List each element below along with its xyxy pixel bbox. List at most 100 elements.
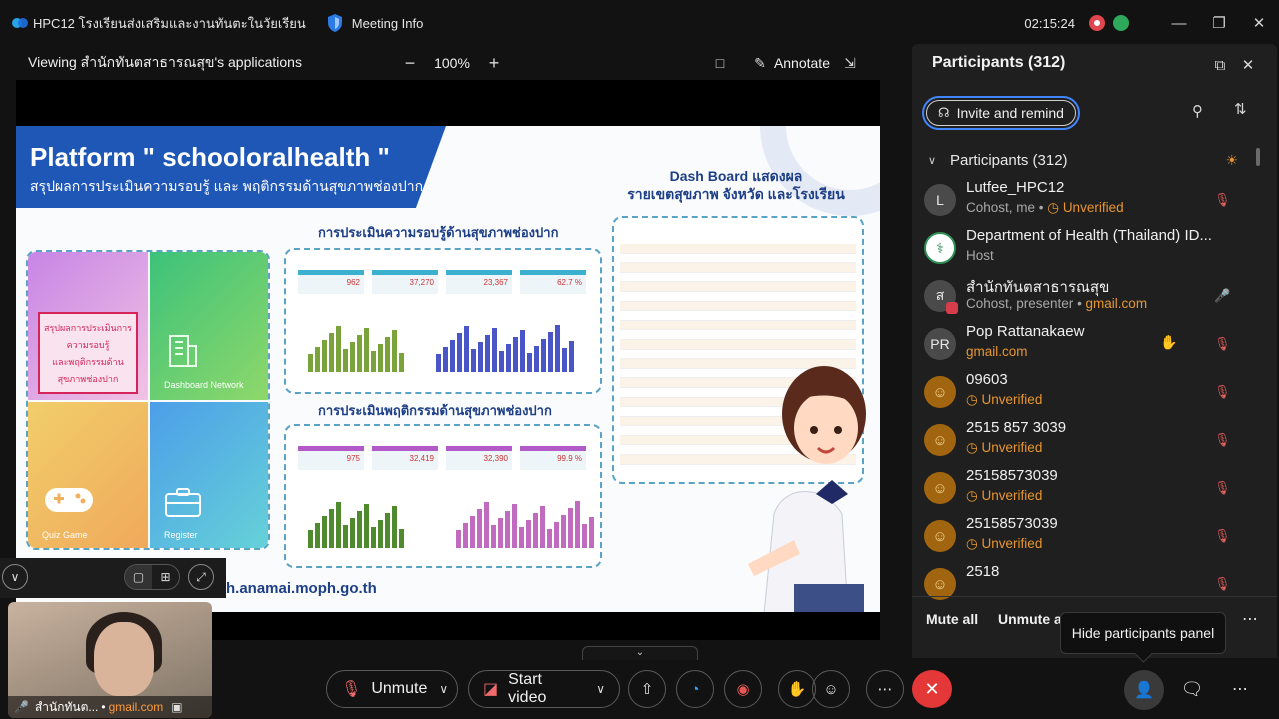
- building-icon: [169, 335, 197, 367]
- muted-microphone-icon[interactable]: 🎙: [1214, 336, 1231, 352]
- chart-bar: [478, 342, 483, 372]
- participants-icon[interactable]: 👤: [1124, 670, 1164, 710]
- table-row: [620, 254, 856, 264]
- close-panel-icon[interactable]: ✕: [1237, 54, 1259, 76]
- kpi-value: 37,270: [372, 270, 438, 294]
- chart-bar: [378, 520, 383, 548]
- table-row: [620, 320, 856, 331]
- chat-icon[interactable]: 🗨: [1176, 670, 1208, 708]
- collapse-toolbar-tab[interactable]: ⌄: [582, 646, 698, 660]
- muted-microphone-icon[interactable]: 🎙: [1214, 480, 1231, 496]
- tile-register-label: Register: [164, 530, 198, 540]
- search-icon[interactable]: ⚲: [1192, 102, 1203, 120]
- single-view-icon[interactable]: ▢: [125, 565, 152, 589]
- unmute-all-button[interactable]: Unmute all: [998, 611, 1064, 627]
- participant-row[interactable]: ☺ 2515 857 3039 ◷ Unverified 🎙: [912, 416, 1262, 464]
- participant-details: Cohost, me • ◷ Unverified: [966, 200, 1124, 215]
- participants-group-header[interactable]: ∨ Participants (312) ☀: [928, 148, 1248, 172]
- avatar-initials: L: [936, 192, 944, 208]
- chart-bar: [561, 515, 566, 548]
- close-icon[interactable]: ✕: [1239, 0, 1279, 46]
- participant-row[interactable]: ☺ 09603 ◷ Unverified 🎙: [912, 368, 1262, 416]
- mute-all-button[interactable]: Mute all: [926, 611, 978, 627]
- hide-participants-tooltip: Hide participants panel: [1060, 612, 1226, 654]
- annotate-button[interactable]: Annotate: [774, 55, 830, 71]
- section-title-literacy: การประเมินความรอบรู้ด้านสุขภาพช่องปาก: [318, 225, 559, 240]
- layout-toggle[interactable]: ▢ ⊞: [124, 564, 180, 590]
- chart-bar: [329, 509, 334, 548]
- meeting-info-button[interactable]: Meeting Info: [326, 13, 423, 33]
- chart-bar: [477, 509, 482, 548]
- participant-row[interactable]: ส สำนักทันตสาธารณสุข Cohost, presenter •…: [912, 272, 1262, 320]
- start-video-label: Start video: [508, 671, 547, 706]
- raise-hand-icon[interactable]: ✋: [778, 670, 816, 708]
- unmute-button[interactable]: 🎙 Unmute ∨: [326, 670, 458, 708]
- bar-chart-blue: [436, 322, 574, 372]
- participant-row[interactable]: ☺ 25158573039 ◷ Unverified 🎙: [912, 464, 1262, 512]
- tile-quiz: Quiz Game: [28, 402, 148, 548]
- chart-bar: [336, 326, 341, 372]
- app-title: HPC12 โรงเรียนส่งเสริมและงานทันตะในวัยเร…: [12, 13, 306, 34]
- scrollbar[interactable]: [1256, 148, 1260, 166]
- pen-icon[interactable]: ✎: [748, 51, 772, 75]
- start-video-button[interactable]: ◪ Start video ∨: [468, 670, 620, 708]
- webex-assistant-icon[interactable]: ◔: [676, 670, 714, 708]
- muted-microphone-icon[interactable]: 🎙: [1214, 432, 1231, 448]
- chart-bar: [568, 508, 573, 548]
- chart-bar: [392, 330, 397, 372]
- sort-icon[interactable]: ⇅: [1234, 100, 1247, 118]
- participant-row[interactable]: PR Pop Rattanakaew gmail.com ✋ 🎙: [912, 320, 1262, 368]
- participant-list: L Lutfee_HPC12 Cohost, me • ◷ Unverified…: [912, 176, 1262, 608]
- microphone-icon[interactable]: 🎤: [1214, 288, 1230, 304]
- minimize-icon[interactable]: —: [1159, 0, 1199, 46]
- chart-bar: [527, 353, 532, 372]
- chart-bar: [308, 354, 313, 372]
- participant-name: 2515 857 3039: [966, 419, 1067, 436]
- chevron-down-icon[interactable]: ∨: [596, 682, 605, 696]
- muted-microphone-icon[interactable]: 🎙: [1214, 384, 1231, 400]
- zoom-value[interactable]: 100%: [424, 55, 480, 71]
- maximize-icon[interactable]: ❐: [1199, 0, 1239, 46]
- record-icon[interactable]: ◉: [724, 670, 762, 708]
- participant-details: ◷ Unverified: [966, 440, 1042, 456]
- chart-bar: [569, 341, 574, 372]
- chevron-down-icon[interactable]: ∨: [2, 564, 28, 590]
- network-status-icon[interactable]: [1113, 15, 1129, 31]
- muted-microphone-icon[interactable]: 🎙: [1214, 576, 1231, 592]
- chart-bar: [519, 527, 524, 548]
- expand-icon[interactable]: ⤢: [188, 564, 214, 590]
- zoom-controls: − 100% +: [396, 46, 508, 80]
- remote-control-icon[interactable]: □: [708, 51, 732, 75]
- chart-bar: [371, 351, 376, 372]
- table-row: [620, 311, 856, 321]
- zoom-out-icon[interactable]: −: [396, 53, 424, 74]
- muted-microphone-icon[interactable]: 🎙: [1214, 528, 1231, 544]
- participant-name: Lutfee_HPC12: [966, 179, 1065, 196]
- share-icon[interactable]: ⇧: [628, 670, 666, 708]
- table-row: [620, 273, 856, 283]
- chevron-down-icon[interactable]: ∨: [439, 682, 448, 696]
- zoom-in-icon[interactable]: +: [480, 53, 508, 74]
- participant-row[interactable]: ☺ 25158573039 ◷ Unverified 🎙: [912, 512, 1262, 560]
- more-options-icon[interactable]: ⋯: [866, 670, 904, 708]
- chart-bar: [548, 332, 553, 372]
- chevron-down-icon[interactable]: ∨: [928, 154, 950, 167]
- kpi-value: 99.9 %: [520, 446, 586, 470]
- summary-line: สุขภาพช่องปาก: [57, 374, 119, 384]
- pop-out-icon[interactable]: ⧉: [1209, 54, 1231, 76]
- participant-name: 25158573039: [966, 515, 1058, 532]
- invite-remind-button[interactable]: ☊ Invite and remind: [922, 96, 1080, 130]
- presenter-badge-icon: [946, 302, 958, 314]
- more-options-icon[interactable]: ⋯: [1242, 609, 1258, 629]
- participants-panel: Participants (312) ⧉ ✕ ☊ Invite and remi…: [912, 44, 1277, 658]
- recording-icon[interactable]: [1089, 15, 1105, 31]
- tile-summary: สรุปผลการประเมินการ ความรอบรู้ และพฤติกร…: [28, 252, 148, 400]
- participant-row[interactable]: L Lutfee_HPC12 Cohost, me • ◷ Unverified…: [912, 176, 1262, 224]
- more-panels-icon[interactable]: ⋯: [1226, 670, 1254, 708]
- fit-screen-icon[interactable]: ⇲: [838, 51, 862, 75]
- participant-row[interactable]: ⚕ Department of Health (Thailand) ID... …: [912, 224, 1262, 272]
- muted-microphone-icon[interactable]: 🎙: [1214, 192, 1231, 208]
- leave-meeting-button[interactable]: ✕: [912, 670, 952, 708]
- reactions-icon[interactable]: ☺: [812, 670, 850, 708]
- grid-view-icon[interactable]: ⊞: [152, 565, 179, 589]
